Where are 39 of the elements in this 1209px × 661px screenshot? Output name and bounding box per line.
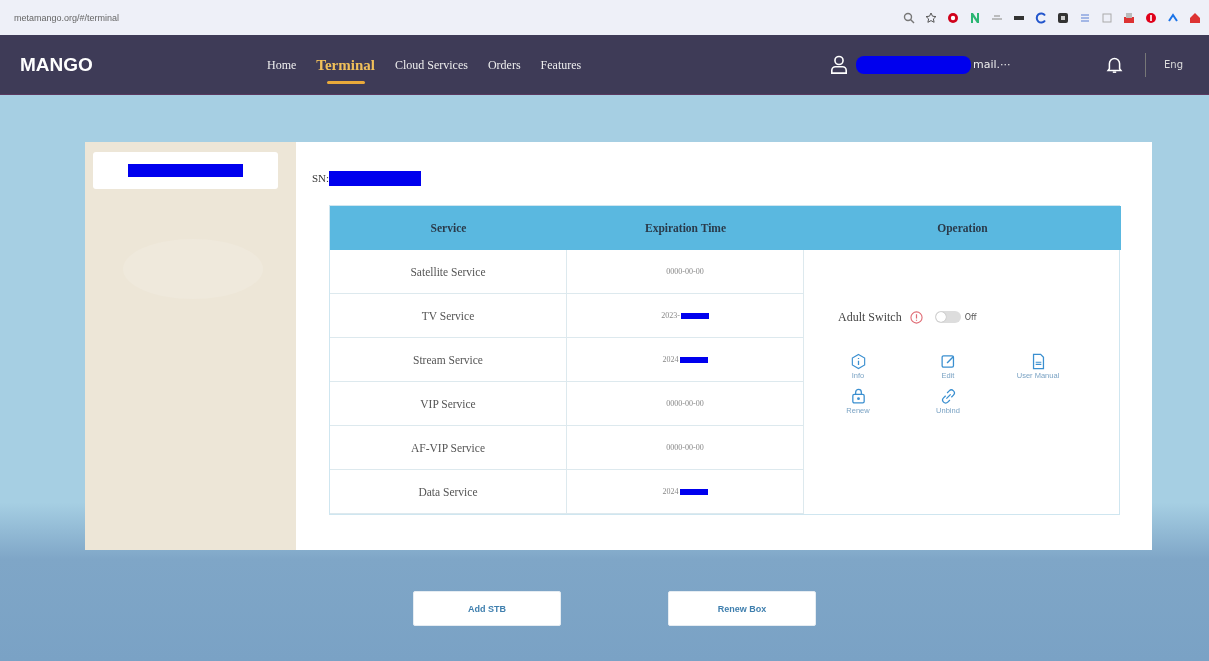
nav-link[interactable]: Orders (478, 49, 530, 80)
table-cell: TV Service (330, 294, 567, 338)
table-cell: AF-VIP Service (330, 426, 567, 470)
lock-icon (849, 387, 867, 405)
star-icon[interactable] (925, 11, 937, 24)
extension-icon[interactable] (1057, 11, 1069, 24)
nav-link[interactable]: Cloud Services (385, 49, 477, 80)
zoom-icon[interactable] (903, 11, 915, 24)
switch-state: Off (964, 312, 977, 322)
table-cell: VIP Service (330, 382, 567, 426)
language-selector[interactable]: Eng (1164, 59, 1183, 70)
logo[interactable]: MANGO (20, 53, 258, 76)
expiration-date: 0000-00-00 (666, 443, 704, 452)
toggle-switch[interactable] (934, 311, 961, 323)
extension-icon[interactable] (947, 11, 959, 24)
nav-link[interactable]: Features (531, 49, 591, 80)
switch-label: Adult Switch (838, 309, 902, 325)
extension-icon[interactable] (1035, 11, 1047, 24)
device-list-item[interactable] (93, 152, 278, 189)
serial-number-label: SN: (312, 172, 330, 184)
action-button[interactable]: Renew Box (668, 591, 816, 626)
expiration-date: 0000-00-00 (666, 267, 704, 276)
link-icon (939, 387, 957, 405)
table-cell: Data Service (330, 470, 567, 514)
expiration-date: 0000-00-00 (666, 399, 704, 408)
column-header: Expiration Time (567, 206, 804, 250)
expiration-date: 2023- (661, 311, 680, 320)
edit-icon (939, 352, 957, 370)
expiration-date: 2024 (662, 487, 679, 496)
account-email[interactable]: mail.··· (973, 58, 1011, 71)
table-cell: Satellite Service (330, 250, 567, 294)
column-header: Service (330, 206, 567, 250)
expiration-date: 2024 (662, 355, 679, 364)
nav-link[interactable]: Home (258, 49, 306, 80)
column-header: Operation (804, 206, 1121, 250)
user-icon[interactable] (830, 54, 848, 75)
bell-icon[interactable] (1106, 55, 1123, 74)
table-cell: Stream Service (330, 338, 567, 382)
action-button[interactable]: Add STB (413, 591, 561, 626)
